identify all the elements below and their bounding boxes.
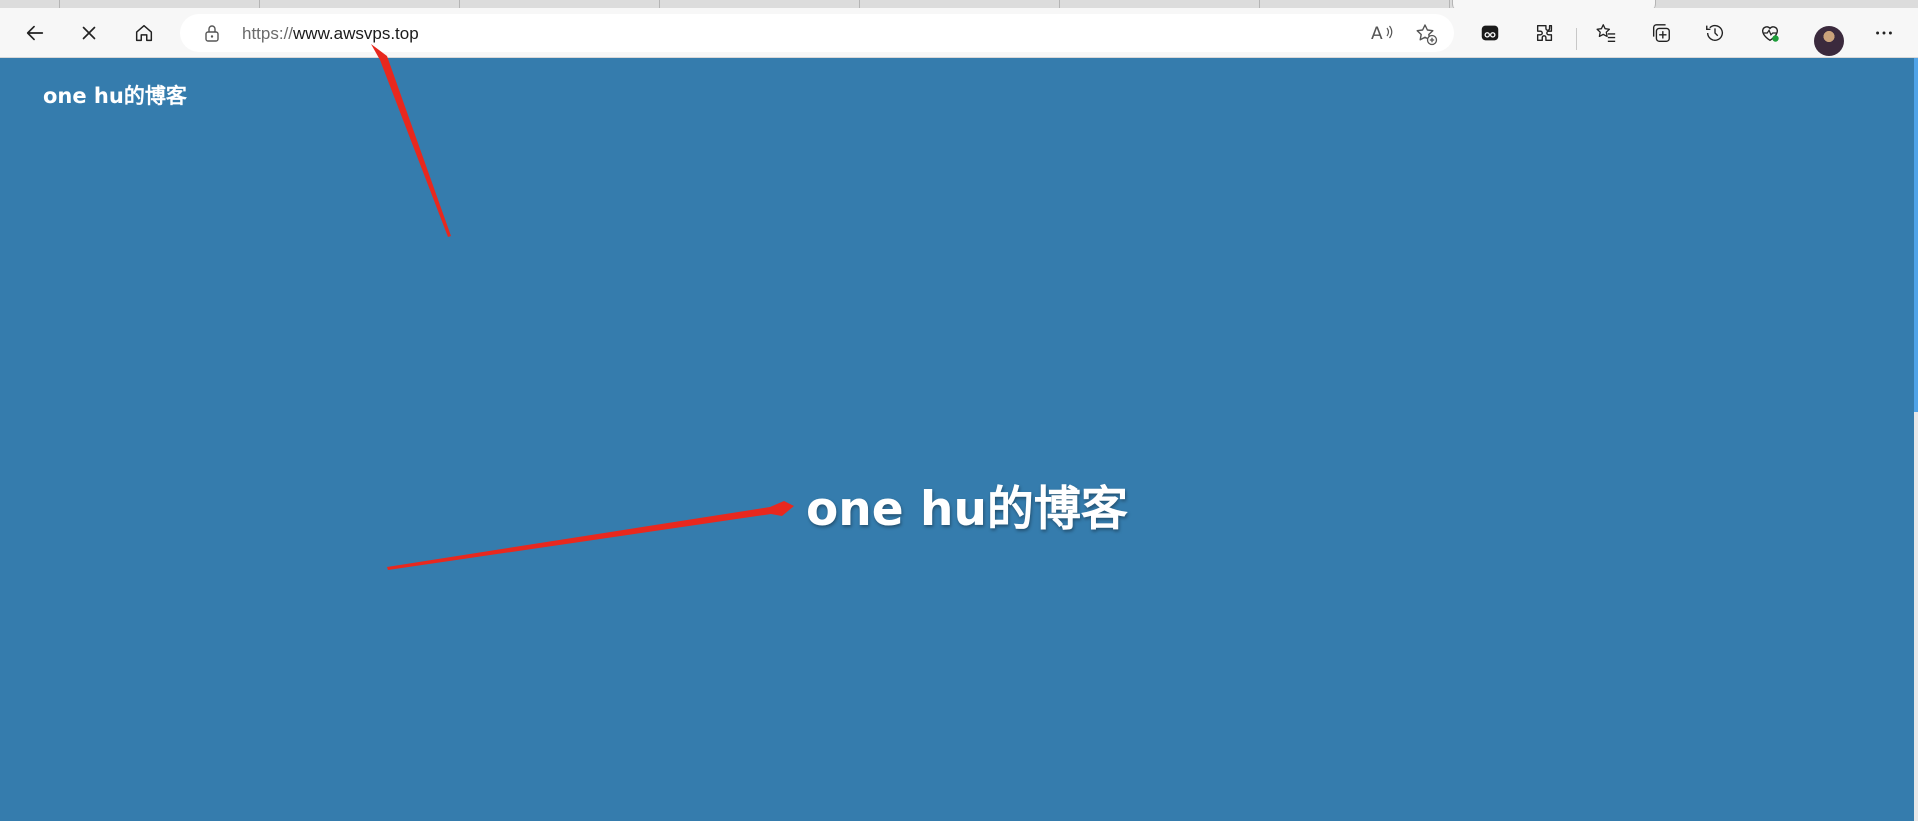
toolbar-separator bbox=[1576, 28, 1577, 50]
extensions-button[interactable] bbox=[1527, 16, 1563, 50]
favorites-icon bbox=[1596, 24, 1616, 42]
address-bar[interactable]: https://www.awsvps.top A bbox=[180, 14, 1454, 52]
read-aloud-icon[interactable]: A bbox=[1370, 22, 1394, 44]
browser-essentials-icon bbox=[1761, 26, 1779, 42]
url-text[interactable]: https://www.awsvps.top bbox=[242, 24, 419, 44]
annotation-arrow-to-url bbox=[371, 44, 451, 237]
stop-loading-button[interactable] bbox=[71, 16, 107, 50]
home-button[interactable] bbox=[126, 16, 162, 50]
site-title-link[interactable]: one hu的博客 bbox=[43, 80, 187, 110]
close-icon bbox=[82, 26, 96, 40]
more-icon bbox=[1876, 31, 1892, 35]
tab-actions-icon bbox=[1481, 25, 1499, 41]
favorites-button[interactable] bbox=[1588, 16, 1624, 50]
collections-button[interactable] bbox=[1643, 16, 1679, 50]
scrollbar-thumb[interactable] bbox=[1914, 58, 1918, 412]
browser-toolbar: https://www.awsvps.top A bbox=[0, 8, 1918, 58]
url-scheme: https:// bbox=[242, 24, 294, 43]
hero-title: one hu的博客 bbox=[806, 482, 1128, 537]
url-host: www.awsvps.top bbox=[293, 24, 419, 43]
back-arrow-icon bbox=[26, 25, 44, 41]
annotation-arrow-to-title bbox=[387, 501, 794, 570]
page-scrollbar[interactable] bbox=[1914, 58, 1918, 821]
more-button[interactable] bbox=[1866, 16, 1902, 50]
extensions-icon bbox=[1536, 24, 1553, 42]
lock-icon[interactable] bbox=[202, 23, 222, 43]
back-button[interactable] bbox=[17, 16, 53, 50]
home-icon bbox=[135, 24, 153, 42]
profile-avatar[interactable] bbox=[1814, 26, 1844, 56]
collections-icon bbox=[1652, 24, 1670, 42]
history-button[interactable] bbox=[1697, 16, 1733, 50]
history-icon bbox=[1706, 24, 1723, 41]
add-favorite-icon[interactable] bbox=[1414, 22, 1438, 46]
browser-essentials-button[interactable] bbox=[1752, 16, 1788, 50]
annotation-layer bbox=[371, 44, 794, 570]
svg-text:A: A bbox=[1371, 24, 1383, 44]
tab-actions-button[interactable] bbox=[1472, 16, 1508, 50]
